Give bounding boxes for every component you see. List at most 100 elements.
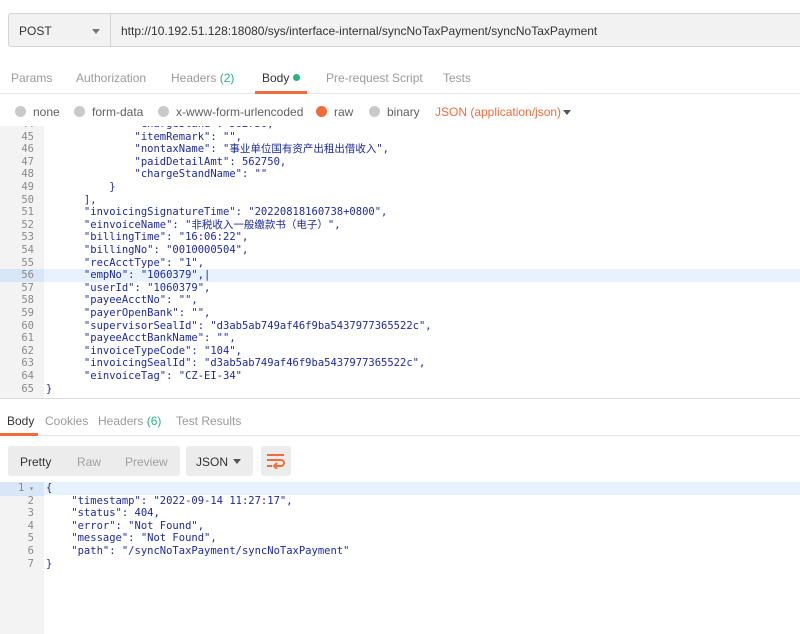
radio-label: x-www-form-urlencoded — [176, 105, 304, 119]
tab-tests[interactable]: Tests — [443, 71, 471, 85]
line-number: 3 — [27, 507, 34, 520]
tab-response-headers[interactable]: Headers (6) — [98, 414, 161, 428]
line-number: 55 — [21, 256, 34, 269]
line-code: "invoiceTypeCode": "104", — [46, 344, 242, 357]
radio-form-data[interactable]: form-data — [74, 105, 143, 119]
view-mode-preview[interactable]: Preview — [125, 455, 168, 469]
chevron-down-icon — [92, 29, 100, 34]
code-line: 49 } — [0, 181, 800, 194]
radio-x-www-form-urlencoded[interactable]: x-www-form-urlencoded — [158, 105, 303, 119]
radio-binary[interactable]: binary — [369, 105, 420, 119]
response-format-select[interactable]: JSON — [186, 446, 253, 476]
code-line: 6 "path": "/syncNoTaxPayment/syncNoTaxPa… — [0, 545, 800, 558]
line-number: 6 — [27, 545, 34, 557]
line-code: "path": "/syncNoTaxPayment/syncNoTaxPaym… — [46, 545, 350, 557]
code-line: 57 "userId": "1060379", — [0, 282, 800, 295]
tab-label: Headers — [98, 414, 144, 428]
line-code: "status": 404, — [46, 507, 160, 520]
active-tab-underline — [255, 91, 307, 94]
request-tabs: Params Authorization Headers (2) Body Pr… — [0, 62, 800, 94]
line-number: 54 — [21, 244, 34, 256]
chevron-down-icon — [233, 459, 241, 464]
view-mode-switch: Pretty Raw Preview — [8, 446, 180, 476]
line-code: "timestamp": "2022-09-14 11:27:17", — [46, 494, 293, 507]
tab-test-results[interactable]: Test Results — [176, 414, 241, 428]
chevron-down-icon[interactable] — [563, 110, 571, 115]
url-input[interactable]: http://10.192.51.128:18080/sys/interface… — [111, 13, 800, 47]
wrap-text-button[interactable] — [261, 446, 291, 476]
fold-arrow-icon[interactable]: ▾ — [24, 484, 34, 493]
code-line: 61 "payeeAcctBankName": "", — [0, 332, 800, 345]
line-number: 60 — [21, 319, 34, 332]
line-number: 5 — [27, 532, 34, 545]
code-line: 7} — [0, 558, 800, 571]
code-line: 4 "error": "Not Found", — [0, 520, 800, 533]
code-line: 51 "invoicingSignatureTime": "2022081816… — [0, 206, 800, 219]
tab-response-body[interactable]: Body — [7, 414, 34, 428]
line-code: { — [46, 482, 53, 494]
line-number: 48 — [21, 168, 34, 181]
tab-label: Body — [7, 414, 35, 428]
radio-label: binary — [387, 105, 420, 119]
view-mode-pretty[interactable]: Pretty — [20, 455, 51, 469]
tab-label: Cookies — [45, 414, 89, 428]
code-line: 46 "nontaxName": "事业单位国有资产出租出借收入", — [0, 143, 800, 156]
line-code: "recAcctType": "1", — [46, 256, 205, 269]
tab-params[interactable]: Params — [11, 71, 52, 85]
radio-label: form-data — [92, 105, 144, 119]
line-number: 56 — [0, 269, 44, 282]
code-line: 5 "message": "Not Found", — [0, 532, 800, 545]
code-line: 60 "supervisorSealId": "d3ab5ab749af46f9… — [0, 320, 800, 333]
method-select[interactable]: POST — [8, 13, 111, 47]
request-body-editor[interactable]: 44 "chargeStand": 562750, 45 "itemRemark… — [0, 126, 800, 398]
line-number: 53 — [21, 231, 34, 244]
radio-circle — [74, 106, 85, 117]
line-number: 45 — [21, 130, 34, 143]
code-line: 1 ▾{ — [0, 482, 800, 496]
response-body-editor[interactable]: 1 ▾{2 "timestamp": "2022-09-14 11:27:17"… — [0, 482, 800, 634]
line-code: "chargeStandName": "" — [46, 168, 268, 181]
line-code: "billingTime": "16:06:22", — [46, 231, 249, 244]
code-line: 53 "billingTime": "16:06:22", — [0, 231, 800, 244]
code-line: 48 "chargeStandName": "" — [0, 168, 800, 181]
tab-pre-request-script[interactable]: Pre-request Script — [326, 71, 423, 85]
line-code: "paidDetailAmt": 562750, — [46, 155, 287, 168]
request-url-bar: POST http://10.192.51.128:18080/sys/inte… — [0, 0, 800, 60]
radio-circle-selected — [316, 106, 327, 117]
active-tab-underline — [0, 433, 38, 436]
tab-label: Params — [11, 71, 53, 85]
line-code: "einvoiceTag": "CZ-EI-34" — [46, 370, 242, 382]
line-code: "userId": "1060379", — [46, 281, 211, 294]
code-line: 55 "recAcctType": "1", — [0, 257, 800, 270]
radio-circle — [158, 106, 169, 117]
line-number: 2 — [27, 494, 34, 507]
view-mode-raw[interactable]: Raw — [77, 455, 101, 469]
radio-raw[interactable]: raw — [316, 105, 353, 119]
tab-headers[interactable]: Headers (2) — [171, 71, 234, 85]
line-number: 47 — [21, 155, 34, 168]
code-line: 62 "invoiceTypeCode": "104", — [0, 345, 800, 358]
tab-label: Headers — [171, 71, 217, 85]
body-format-select[interactable]: JSON (application/json) — [435, 105, 561, 119]
radio-circle — [369, 106, 380, 117]
tab-body[interactable]: Body — [262, 71, 301, 85]
tab-label: Tests — [443, 71, 472, 85]
line-number: 46 — [21, 143, 34, 156]
line-number: 51 — [21, 206, 34, 219]
line-code: "billingNo": "0010000504", — [46, 244, 249, 256]
tab-authorization[interactable]: Authorization — [76, 71, 146, 85]
tab-label: Authorization — [76, 71, 147, 85]
wrap-text-icon — [267, 454, 285, 469]
line-number: 58 — [21, 294, 34, 307]
pane-divider[interactable] — [0, 398, 800, 399]
code-line: 45 "itemRemark": "", — [0, 131, 800, 144]
tab-cookies[interactable]: Cookies — [45, 414, 88, 428]
line-code: "error": "Not Found", — [46, 519, 205, 532]
body-indicator-dot — [293, 74, 301, 81]
code-line: 50 ], — [0, 194, 800, 207]
code-line: 65} — [0, 383, 800, 396]
headers-count: (2) — [219, 71, 235, 85]
radio-none[interactable]: none — [15, 105, 60, 119]
line-number: 50 — [21, 193, 34, 206]
line-code: "payeeAcctBankName": "", — [46, 332, 236, 345]
